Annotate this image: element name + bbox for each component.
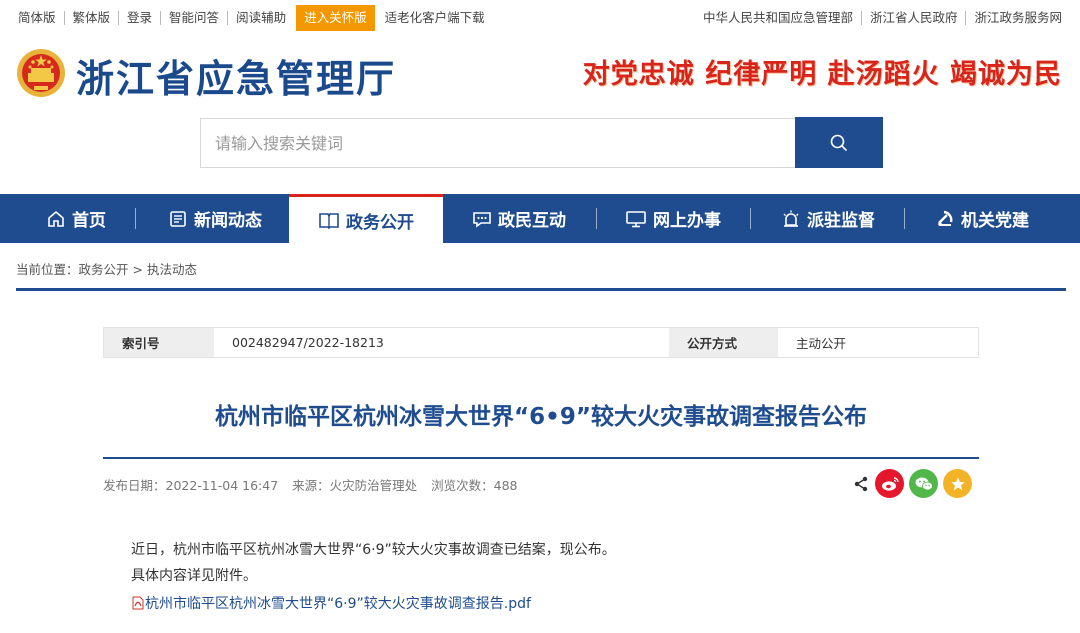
site-title[interactable]: 浙江省应急管理厅	[76, 48, 396, 103]
nav-party-building[interactable]: 机关党建	[906, 194, 1058, 243]
nav-interaction[interactable]: 政民互动	[443, 194, 595, 243]
nav-news[interactable]: 新闻动态	[140, 194, 290, 243]
attachment-link[interactable]: 杭州市临平区杭州冰雪大世界“6·9”较大火灾事故调查报告.pdf	[131, 593, 531, 613]
care-mode-button[interactable]: 进入关怀版	[296, 5, 375, 31]
breadcrumb-item[interactable]: 政务公开	[79, 262, 129, 277]
nav-party-building-label: 机关党建	[961, 211, 1029, 231]
attachment-filename: 杭州市临平区杭州冰雪大世界“6·9”较大火灾事故调查报告.pdf	[145, 596, 531, 612]
pdf-icon	[132, 596, 144, 610]
favorite-icon[interactable]	[943, 469, 972, 498]
monitor-icon	[626, 210, 646, 227]
nav-online-services-label: 网上办事	[653, 211, 721, 231]
index-number-value: 002482947/2022-18213	[214, 328, 669, 357]
top-right-links: 中华人民共和国应急管理部 浙江省人民政府 浙江政务服务网	[695, 0, 1070, 36]
nav-supervision[interactable]: 派驻监督	[752, 194, 904, 243]
nav-gov-affairs[interactable]: 政务公开	[289, 194, 443, 243]
meta-table: 索引号 002482947/2022-18213 公开方式 主动公开	[103, 327, 979, 358]
nav-gov-affairs-label: 政务公开	[346, 212, 414, 233]
newspaper-icon	[170, 210, 186, 227]
breadcrumb-divider	[16, 288, 1066, 291]
main-nav: 首页 新闻动态 政务公开 政民互动 网上办事 派驻监督 机关党建	[0, 194, 1080, 243]
nav-divider	[904, 208, 905, 229]
wechat-icon[interactable]	[909, 469, 938, 498]
search-icon	[830, 134, 848, 151]
search-input[interactable]: 请输入搜索关键词	[200, 118, 796, 168]
breadcrumb: 当前位置：政务公开 > 执法动态	[16, 259, 197, 278]
index-number-label: 索引号	[104, 328, 214, 357]
article-paragraph: 近日，杭州市临平区杭州冰雪大世界“6·9”较大火灾事故调查已结案，现公布。	[131, 542, 616, 558]
nav-home[interactable]: 首页	[0, 194, 152, 243]
slogan: 对党忠诚 纪律严明 赴汤蹈火 竭诚为民	[582, 59, 1062, 90]
link-login[interactable]: 登录	[119, 11, 162, 25]
nav-divider	[135, 208, 136, 229]
chat-icon	[473, 211, 491, 228]
national-emblem-icon	[16, 46, 66, 100]
article-source: 来源：火灾防治管理处	[292, 478, 418, 493]
disclosure-method-label: 公开方式	[669, 328, 778, 357]
party-icon	[938, 210, 953, 226]
nav-supervision-label: 派驻监督	[807, 211, 875, 231]
article-title: 杭州市临平区杭州冰雪大世界“6•9”较大火灾事故调查报告公布	[215, 404, 867, 430]
view-count: 浏览次数：488	[431, 478, 518, 493]
link-provincial-government[interactable]: 浙江省人民政府	[862, 11, 967, 25]
breadcrumb-separator: >	[132, 262, 143, 277]
disclosure-method-value: 主动公开	[778, 328, 978, 357]
book-icon	[319, 213, 339, 230]
title-divider	[103, 457, 979, 459]
breadcrumb-prefix: 当前位置：	[16, 262, 79, 277]
link-reading-aid[interactable]: 阅读辅助	[228, 11, 294, 25]
top-left-links: 简体版 繁体版 登录 智能问答 阅读辅助 进入关怀版 适老化客户端下载	[10, 0, 493, 36]
nav-home-label: 首页	[72, 211, 106, 231]
link-traditional[interactable]: 繁体版	[65, 11, 120, 25]
link-ministry[interactable]: 中华人民共和国应急管理部	[695, 11, 862, 25]
nav-divider	[750, 208, 751, 229]
nav-interaction-label: 政民互动	[498, 211, 566, 231]
share-bar	[852, 469, 972, 498]
link-smart-qa[interactable]: 智能问答	[161, 11, 229, 25]
article-paragraph: 具体内容详见附件。	[131, 568, 257, 584]
weibo-icon[interactable]	[875, 469, 904, 498]
link-service-portal[interactable]: 浙江政务服务网	[966, 11, 1070, 25]
link-simplified[interactable]: 简体版	[10, 11, 65, 25]
alarm-icon	[783, 210, 799, 227]
nav-online-services[interactable]: 网上办事	[597, 194, 749, 243]
home-icon	[48, 210, 64, 227]
breadcrumb-item[interactable]: 执法动态	[147, 262, 197, 277]
nav-news-label: 新闻动态	[194, 211, 262, 231]
link-elderly-app-download[interactable]: 适老化客户端下载	[377, 11, 493, 25]
share-icon[interactable]	[852, 469, 870, 498]
article-info: 发布日期：2022-11-04 16:47 来源：火灾防治管理处 浏览次数：48…	[103, 475, 527, 494]
publish-date: 发布日期：2022-11-04 16:47	[103, 478, 279, 493]
top-utility-bar: 简体版 繁体版 登录 智能问答 阅读辅助 进入关怀版 适老化客户端下载 中华人民…	[0, 0, 1080, 36]
search-button[interactable]	[795, 117, 883, 168]
